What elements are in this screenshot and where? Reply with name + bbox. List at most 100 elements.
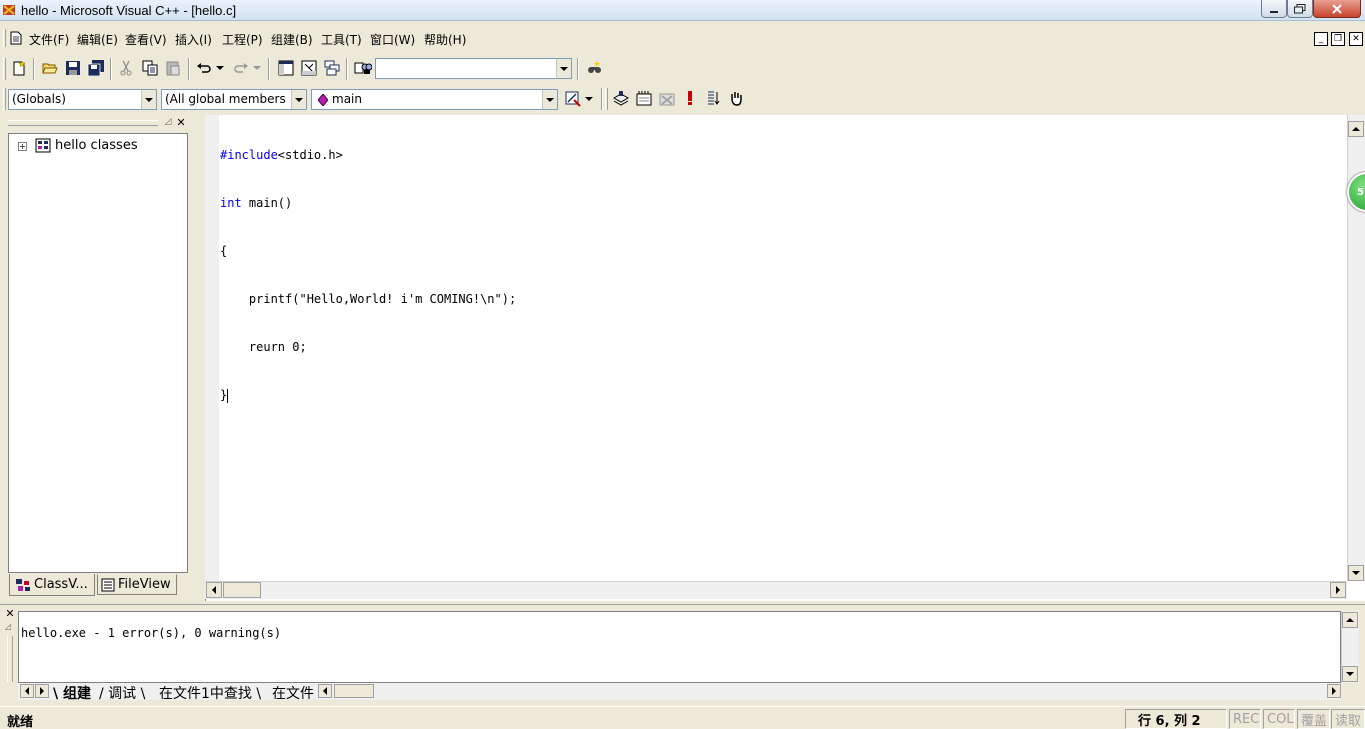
save-all-button[interactable] bbox=[85, 57, 107, 79]
tree-root-label[interactable]: hello classes bbox=[55, 138, 138, 153]
tab-classview[interactable]: ClassV... bbox=[9, 574, 95, 596]
mdi-minimize-icon: _ bbox=[1318, 33, 1324, 44]
output-toggle-button[interactable] bbox=[298, 57, 320, 79]
compile-button[interactable] bbox=[610, 87, 632, 109]
horizontal-scroll-thumb[interactable] bbox=[223, 582, 261, 598]
classview-icon bbox=[16, 578, 30, 591]
menu-edit[interactable]: 编辑(E) bbox=[77, 31, 118, 48]
tab-fileview[interactable]: FileView bbox=[97, 574, 177, 595]
cut-button[interactable] bbox=[115, 57, 137, 79]
editor-selection-margin[interactable] bbox=[205, 115, 219, 581]
class-tree[interactable] bbox=[8, 133, 188, 573]
menu-help[interactable]: 帮助(H) bbox=[424, 31, 466, 48]
output-maximize-button[interactable]: ◿ bbox=[5, 622, 15, 632]
find-combo[interactable] bbox=[375, 58, 572, 79]
code-text-run: main() bbox=[241, 196, 293, 210]
save-all-icon bbox=[87, 60, 104, 76]
vertical-splitter[interactable] bbox=[197, 115, 205, 602]
status-message: 就绪 bbox=[7, 715, 34, 729]
wizardbar-grip[interactable] bbox=[3, 88, 6, 110]
scroll-up-button[interactable] bbox=[1348, 121, 1364, 137]
class-combo[interactable]: (Globals) bbox=[8, 89, 157, 110]
build-button[interactable] bbox=[633, 87, 655, 109]
output-tab-find1[interactable]: 在文件1中查找 \ bbox=[159, 683, 261, 702]
undo-button[interactable] bbox=[193, 57, 215, 79]
stop-build-button[interactable] bbox=[656, 87, 678, 109]
output-hscroll-left-button[interactable] bbox=[318, 684, 332, 698]
build-toolbar-grip[interactable] bbox=[605, 88, 608, 110]
find-button[interactable] bbox=[583, 57, 605, 79]
close-button[interactable] bbox=[1313, 0, 1361, 18]
output-close-button[interactable]: ✕ bbox=[4, 608, 16, 620]
hand-icon bbox=[731, 92, 742, 106]
paste-button[interactable] bbox=[162, 57, 184, 79]
status-rec-label: REC bbox=[1233, 711, 1260, 727]
output-tabs-left-button[interactable] bbox=[20, 684, 34, 698]
scroll-left-button[interactable] bbox=[206, 582, 222, 598]
menu-tools[interactable]: 工具(T) bbox=[321, 31, 362, 48]
workspace-maximize-button[interactable]: ◿ bbox=[162, 117, 174, 129]
menubar-grip[interactable] bbox=[3, 29, 6, 47]
find-combo-dropdown-button[interactable] bbox=[556, 59, 571, 78]
output-tab-debug[interactable]: / 调试 \ bbox=[99, 683, 145, 702]
workspace-pane-grip[interactable] bbox=[8, 120, 158, 126]
minimize-button[interactable] bbox=[1261, 0, 1287, 18]
stop-build-icon bbox=[659, 93, 675, 106]
code-text-run: printf("Hello,World! i'm COMING!\n"); bbox=[220, 292, 517, 306]
window-list-button[interactable] bbox=[321, 57, 343, 79]
code-text-run: } bbox=[220, 388, 228, 402]
arrow-left-icon bbox=[25, 687, 29, 695]
output-tab-build[interactable]: \ 组建 bbox=[53, 683, 91, 702]
compile-icon bbox=[613, 91, 629, 106]
output-scroll-down-button[interactable] bbox=[1342, 666, 1358, 682]
menu-build[interactable]: 组建(B) bbox=[271, 31, 313, 48]
output-tabs-right-button[interactable] bbox=[35, 684, 49, 698]
open-button[interactable] bbox=[39, 57, 61, 79]
tab-fileview-label: FileView bbox=[118, 577, 171, 592]
undo-dropdown-button[interactable] bbox=[216, 66, 224, 70]
tree-expand-toggle[interactable]: + bbox=[18, 142, 27, 151]
mdi-close-button[interactable]: ✕ bbox=[1349, 32, 1363, 46]
output-hscroll-right-button[interactable] bbox=[1327, 684, 1341, 698]
workspace-toggle-button[interactable] bbox=[275, 57, 297, 79]
insert-breakpoint-button[interactable] bbox=[725, 87, 747, 109]
find-in-files-button[interactable] bbox=[352, 57, 374, 79]
toolbar-grip[interactable] bbox=[3, 58, 6, 80]
menu-insert[interactable]: 插入(I) bbox=[175, 31, 212, 48]
mdi-minimize-button[interactable]: _ bbox=[1314, 32, 1328, 46]
save-button[interactable] bbox=[62, 57, 84, 79]
class-combo-value: (Globals) bbox=[12, 92, 66, 106]
go-button[interactable] bbox=[702, 87, 724, 109]
menu-window[interactable]: 窗口(W) bbox=[370, 31, 415, 48]
workspace-close-button[interactable]: ✕ bbox=[175, 117, 187, 129]
maximize-button[interactable] bbox=[1287, 0, 1313, 18]
wizard-action-dropdown-button[interactable] bbox=[585, 97, 593, 101]
filter-combo-dropdown-button[interactable] bbox=[291, 90, 306, 109]
output-pane-grip[interactable] bbox=[7, 636, 13, 682]
menu-view[interactable]: 查看(V) bbox=[125, 31, 167, 48]
output-scroll-up-button[interactable] bbox=[1342, 612, 1358, 628]
execute-button[interactable] bbox=[679, 87, 701, 109]
class-combo-dropdown-button[interactable] bbox=[141, 90, 156, 109]
mdi-restore-button[interactable]: ❐ bbox=[1331, 32, 1345, 46]
members-combo[interactable]: main bbox=[311, 89, 558, 110]
new-file-button[interactable] bbox=[8, 57, 30, 79]
output-hscroll-thumb[interactable] bbox=[334, 684, 374, 698]
output-text-area[interactable] bbox=[18, 611, 1341, 683]
menu-project[interactable]: 工程(P) bbox=[222, 31, 263, 48]
editor-horizontal-scrollbar[interactable] bbox=[205, 581, 1347, 599]
filter-combo[interactable]: (All global members bbox=[161, 89, 307, 110]
redo-button[interactable] bbox=[230, 57, 252, 79]
scroll-right-button[interactable] bbox=[1330, 582, 1346, 598]
members-combo-dropdown-button[interactable] bbox=[542, 90, 557, 109]
menu-file[interactable]: 文件(F) bbox=[29, 31, 69, 48]
redo-dropdown-button[interactable] bbox=[253, 66, 261, 70]
title-bar[interactable]: hello - Microsoft Visual C++ - [hello.c] bbox=[0, 0, 1365, 21]
output-tab-find2[interactable]: 在文件 bbox=[272, 683, 314, 702]
toolbar-separator bbox=[601, 88, 603, 110]
wizard-action-button[interactable] bbox=[562, 88, 584, 110]
copy-button[interactable] bbox=[139, 57, 161, 79]
scroll-down-button[interactable] bbox=[1348, 565, 1364, 581]
classes-icon bbox=[35, 138, 51, 153]
code-text[interactable]: #include<stdio.h> int main() { printf("H… bbox=[220, 115, 516, 435]
